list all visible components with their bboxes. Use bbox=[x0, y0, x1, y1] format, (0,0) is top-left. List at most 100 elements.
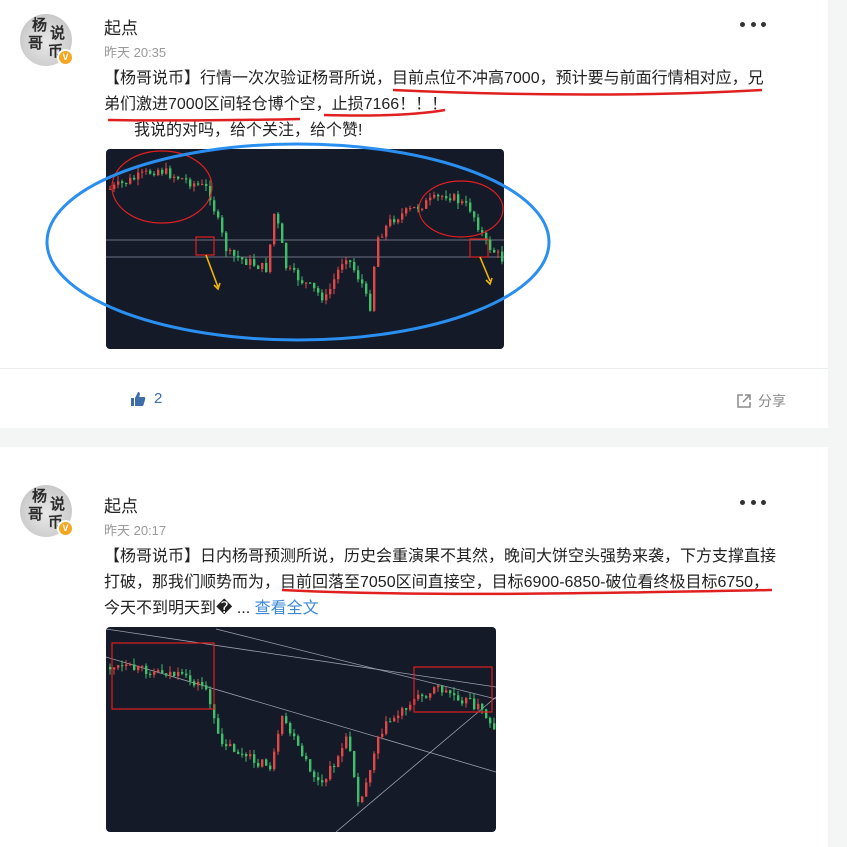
thumbs-up-icon bbox=[131, 391, 146, 406]
candle-body bbox=[281, 716, 284, 734]
candle-body bbox=[289, 267, 292, 269]
candle-body bbox=[173, 671, 176, 677]
candle-body bbox=[337, 756, 340, 768]
candle-body bbox=[241, 753, 244, 755]
candle-body bbox=[257, 762, 260, 767]
candle-body bbox=[165, 168, 168, 174]
candle-body bbox=[273, 751, 276, 770]
post-body: 【杨哥说币】行情一次次验证杨哥所说，目前点位不冲高7000，预计要与前面行情相对… bbox=[104, 66, 784, 144]
candle-body bbox=[113, 184, 116, 189]
candle-body bbox=[317, 288, 320, 293]
candle-body bbox=[141, 665, 144, 667]
candle-body bbox=[205, 685, 208, 690]
candle-body bbox=[189, 675, 192, 682]
share-label: 分享 bbox=[758, 393, 786, 409]
like-button[interactable]: 2 bbox=[130, 390, 162, 407]
candle-body bbox=[197, 681, 200, 686]
candle-body bbox=[253, 754, 256, 763]
avatar[interactable]: 杨 说 哥 币 V bbox=[20, 485, 74, 537]
post-time: 昨天 20:17 bbox=[104, 523, 167, 538]
candle-body bbox=[305, 756, 308, 760]
author-name[interactable]: 起点 bbox=[104, 492, 138, 517]
candle-body bbox=[181, 671, 184, 674]
verified-badge-icon: V bbox=[57, 520, 74, 537]
more-dots-icon[interactable] bbox=[740, 19, 766, 29]
candle-body bbox=[209, 689, 212, 705]
verified-badge-icon: V bbox=[57, 49, 74, 66]
candle-body bbox=[233, 249, 236, 256]
candle-body bbox=[157, 169, 160, 176]
candle-body bbox=[325, 294, 328, 301]
candle-body bbox=[317, 777, 320, 781]
divider bbox=[0, 368, 828, 369]
post-body: 【杨哥说币】日内杨哥预测所说，历史会重演果不其然，晚间大饼空头强势来袭，下方支撑… bbox=[104, 544, 784, 622]
candle-body bbox=[333, 766, 336, 768]
candle-body bbox=[453, 194, 456, 201]
candle-body bbox=[389, 721, 392, 723]
avatar[interactable]: 杨 说 哥 币 V bbox=[20, 14, 74, 66]
candle-body bbox=[353, 751, 356, 777]
candle-body bbox=[269, 244, 272, 273]
post-text-line: 我说的对吗，给个关注，给个赞! bbox=[134, 122, 363, 139]
candle-body bbox=[185, 178, 188, 180]
candle-body bbox=[493, 723, 496, 730]
candle-body bbox=[153, 173, 156, 176]
red-box-annotation bbox=[469, 238, 489, 258]
candle-body bbox=[157, 670, 160, 673]
candle-body bbox=[273, 213, 276, 245]
like-count: 2 bbox=[154, 390, 163, 407]
candle-body bbox=[473, 698, 476, 710]
candle-body bbox=[109, 667, 112, 670]
share-button[interactable]: 分享 bbox=[736, 391, 786, 411]
candle-body bbox=[393, 219, 396, 223]
candle-body bbox=[129, 177, 132, 184]
post-card: 杨 说 哥 币 V 起点 昨天 20:17 【杨哥说币】日内杨哥预测所说，历史会… bbox=[0, 447, 828, 847]
share-icon bbox=[737, 394, 751, 408]
candle-body bbox=[197, 183, 200, 185]
candle-body bbox=[381, 733, 384, 737]
candle-body bbox=[269, 765, 272, 770]
candle-body bbox=[293, 267, 296, 270]
candlestick-chart bbox=[106, 150, 504, 313]
more-dots-icon[interactable] bbox=[740, 497, 766, 507]
candle-body bbox=[373, 753, 376, 771]
candle-body bbox=[365, 283, 368, 294]
candle-body bbox=[125, 664, 128, 667]
candle-body bbox=[125, 183, 128, 185]
candle-body bbox=[249, 259, 252, 266]
candle-body bbox=[501, 251, 504, 262]
post-text-line: 【杨哥说币】行情一次次验证杨哥所说，目前点位不冲高7000，预计要与前面行情相对… bbox=[104, 70, 764, 87]
candle-body bbox=[145, 170, 148, 172]
candle-body bbox=[169, 168, 172, 178]
candle-body bbox=[301, 280, 304, 284]
candle-body bbox=[141, 171, 144, 173]
candle-body bbox=[121, 181, 124, 184]
candle-body bbox=[485, 709, 488, 719]
candle-body bbox=[109, 188, 112, 190]
candle-body bbox=[165, 673, 168, 676]
candle-body bbox=[117, 665, 120, 668]
red-circle-annotation bbox=[418, 180, 504, 238]
candle-body bbox=[229, 744, 232, 747]
yellow-arrow-annotation bbox=[205, 254, 221, 291]
candle-body bbox=[385, 721, 388, 734]
candle-body bbox=[245, 259, 248, 266]
candle-body bbox=[361, 796, 364, 803]
candle-body bbox=[489, 718, 492, 724]
candle-body bbox=[285, 716, 288, 724]
candle-body bbox=[361, 279, 364, 284]
candle-body bbox=[357, 270, 360, 280]
page-scrollbar[interactable] bbox=[829, 0, 847, 832]
candle-body bbox=[421, 208, 424, 210]
candle-body bbox=[313, 771, 316, 778]
candle-body bbox=[457, 695, 460, 701]
candle-body bbox=[221, 733, 224, 745]
post-image-chart[interactable] bbox=[106, 149, 504, 349]
post-text-line: 【杨哥说币】日内杨哥预测所说，历史会重演果不其然，晚间大饼空头强势来袭，下方支撑… bbox=[104, 548, 777, 565]
candle-body bbox=[401, 708, 404, 716]
post-image-chart[interactable] bbox=[106, 627, 496, 832]
candle-body bbox=[185, 673, 188, 676]
yellow-arrow-annotation bbox=[479, 256, 493, 286]
read-more-link[interactable]: 查看全文 bbox=[255, 600, 319, 617]
author-name[interactable]: 起点 bbox=[104, 14, 138, 39]
